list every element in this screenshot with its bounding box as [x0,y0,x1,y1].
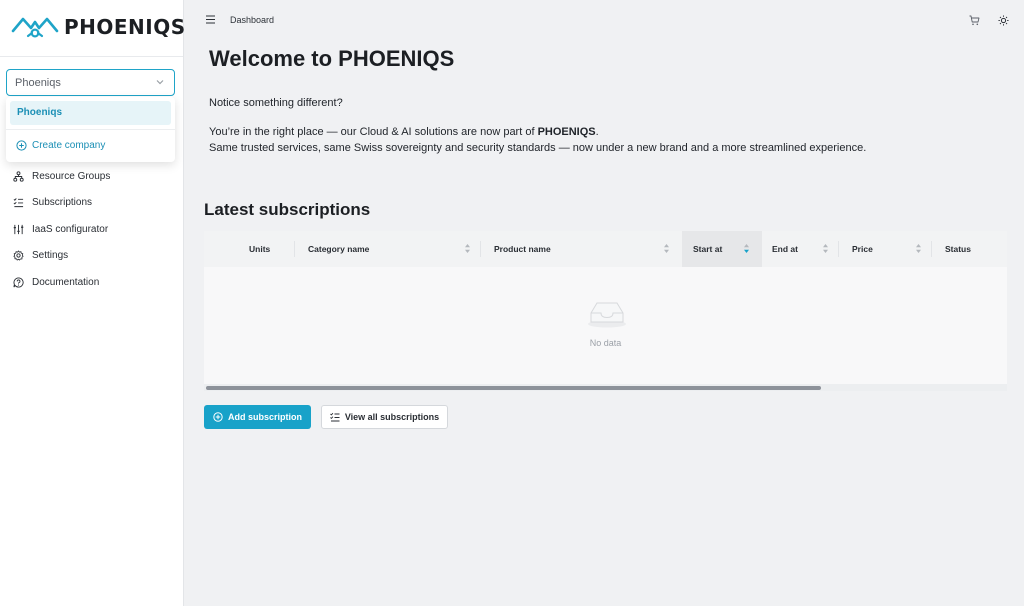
sidebar-nav: Resource Groups Subscriptions IaaS confi… [13,168,110,301]
column-divider [480,241,481,257]
sidebar-item-iaas-configurator[interactable]: IaaS configurator [13,221,110,237]
column-header-start-at[interactable]: Start at [693,231,722,267]
column-header-end-at[interactable]: End at [772,231,798,267]
sidebar-item-label: Settings [32,250,69,261]
gear-icon [13,250,24,261]
column-header-category-name[interactable]: Category name [308,231,369,267]
add-subscription-label: Add subscription [228,412,302,422]
column-divider [931,241,932,257]
sidebar-item-subscriptions[interactable]: Subscriptions [13,195,110,211]
sidebar-item-label: IaaS configurator [32,223,109,235]
view-all-subscriptions-button[interactable]: View all subscriptions [321,405,448,429]
sidebar-item-label: Resource Groups [32,170,111,182]
column-divider [294,241,295,257]
breadcrumb[interactable]: Dashboard [230,15,274,25]
intro-line2: Same trusted services, same Swiss sovere… [209,142,867,154]
sidebar: PHOENIQS Phoeniqs Phoeniqs Create compan… [0,0,186,606]
sort-descending-icon[interactable] [743,243,750,254]
column-header-status: Status [945,244,971,254]
checklist-icon [13,198,24,208]
empty-inbox-icon [588,302,626,328]
plus-circle-icon [213,412,223,422]
column-header-product-name[interactable]: Product name [494,231,551,267]
chevron-down-icon [156,80,164,85]
hierarchy-icon [13,170,24,182]
notice-text: Notice something different? [209,97,343,109]
empty-state-text: No data [589,338,622,348]
help-icon [13,276,24,287]
checklist-icon [329,412,340,422]
company-select-value: Phoeniqs [15,76,61,89]
sort-icon[interactable] [822,243,829,254]
dropdown-divider [6,129,175,130]
sort-icon[interactable] [464,243,471,254]
intro-brand: PHOENIQS [537,126,596,138]
table-header: Units Category name Product name Start a… [204,231,1007,267]
sliders-icon [13,224,24,234]
hamburger-icon[interactable] [205,14,216,25]
scrollbar-thumb[interactable] [206,386,821,390]
create-company-button[interactable]: Create company [16,140,105,151]
column-header-price[interactable]: Price [852,231,873,267]
sort-icon[interactable] [663,243,670,254]
plus-circle-icon [16,140,27,151]
sidebar-item-label: Documentation [32,276,100,288]
sun-icon[interactable] [998,15,1009,26]
cart-icon[interactable] [969,15,980,26]
company-select[interactable]: Phoeniqs [6,69,175,96]
intro-line1-suffix: . [595,126,599,138]
logo[interactable]: PHOENIQS [11,14,186,40]
view-all-subscriptions-label: View all subscriptions [344,412,440,422]
company-option-phoeniqs[interactable]: Phoeniqs [10,101,171,125]
brand-name: PHOENIQS [64,15,186,39]
column-divider [838,241,839,257]
column-header-units: Units [249,244,271,254]
divider [0,56,183,57]
sidebar-item-documentation[interactable]: Documentation [13,274,110,290]
sort-icon[interactable] [915,243,922,254]
sidebar-item-resource-groups[interactable]: Resource Groups [13,168,110,184]
horizontal-scrollbar[interactable] [204,384,1007,391]
add-subscription-button[interactable]: Add subscription [204,405,311,429]
page-title: Welcome to PHOENIQS [209,46,455,71]
create-company-label: Create company [32,140,106,151]
subscriptions-table: Units Category name Product name Start a… [204,231,1007,391]
sidebar-item-settings[interactable]: Settings [13,248,110,264]
intro-line1-prefix: You’re in the right place — our Cloud & … [209,126,538,138]
sidebar-item-label: Subscriptions [32,197,93,208]
intro-text: You’re in the right place — our Cloud & … [209,124,869,156]
section-title: Latest subscriptions [204,200,371,219]
phoeniqs-logo-icon [11,17,59,38]
company-dropdown: Phoeniqs Create company [6,97,175,162]
